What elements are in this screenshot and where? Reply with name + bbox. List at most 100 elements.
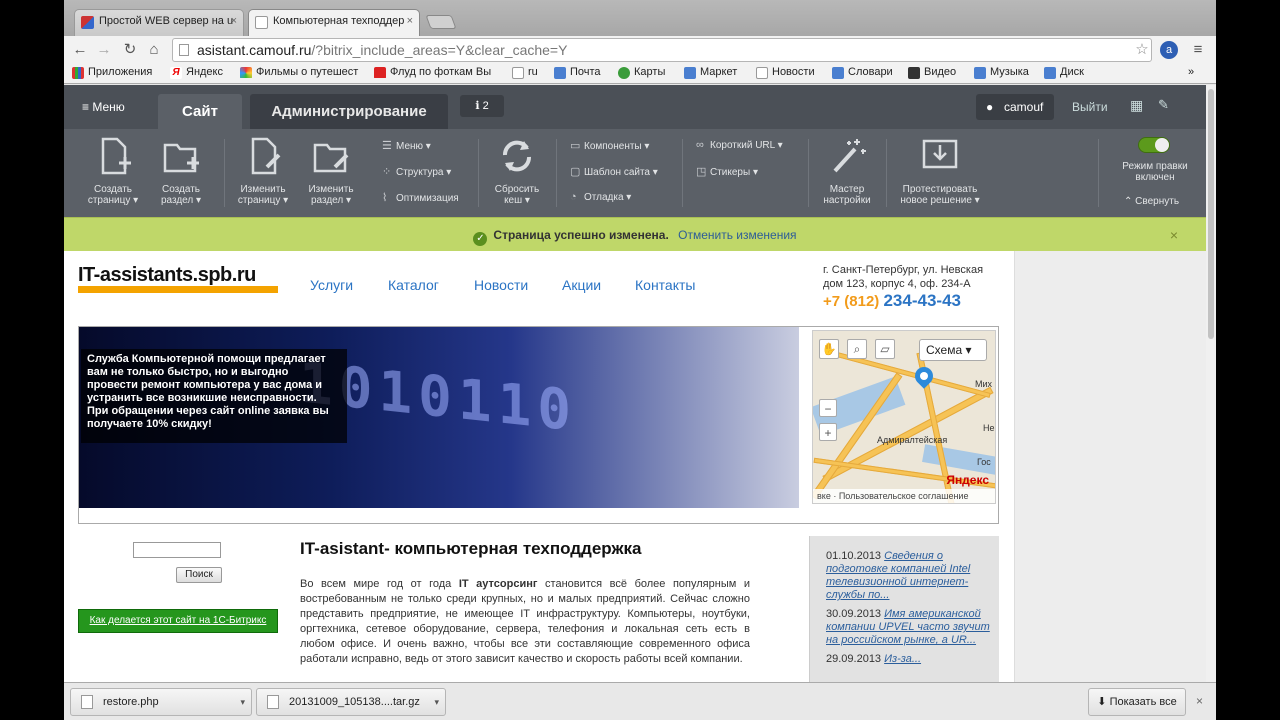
hamburger-icon: ≡ [82,100,93,114]
success-notice: ✓ Страница успешно изменена. Отменить изм… [64,217,1206,251]
edit-mode-toggle[interactable] [1138,137,1170,153]
ruler-icon[interactable]: ▱ [875,339,895,359]
close-downloads-icon[interactable]: × [1196,694,1203,708]
create-page-button[interactable]: Создать страницу ▾ [82,137,144,206]
bookmark-star-icon[interactable]: ☆ [1132,40,1152,60]
bitrix-top-bar: ≡ Меню Сайт Администрирование ℹ 2 ● camou… [64,85,1206,129]
site-template-dropdown[interactable]: ▢ Шаблон сайта ▾ [570,165,658,178]
video-icon [908,67,920,79]
download-item-archive[interactable]: 20131009_105138....tar.gz ▾ [256,688,446,716]
bookmark-films[interactable]: Фильмы о путешест [240,66,360,78]
tab-simple-web-server[interactable]: Простой WEB сервер на u × [74,9,244,36]
bookmark-dictionaries[interactable]: Словари [832,66,893,79]
hand-tool-icon[interactable]: ✋ [819,339,839,359]
close-tab-icon[interactable]: × [231,15,237,27]
bookmark-music[interactable]: Музыка [974,66,1029,79]
bookmark-label: Словари [848,66,893,78]
user-button[interactable]: ● camouf [976,94,1054,120]
menu-dropdown[interactable]: ☰ Меню ▾ [382,139,431,152]
settings-wizard-button[interactable]: Мастер настройки [816,137,878,206]
extension-icon[interactable]: a [1160,41,1178,59]
tab-it-support[interactable]: Компьютерная техподдер × [248,9,420,36]
banner-area: 1010110 Служба Компьютерной помощи предл… [78,326,999,524]
components-dropdown[interactable]: ▭ Компоненты ▾ [570,139,649,152]
nav-services[interactable]: Услуги [310,277,353,293]
website-content: IT-assistants.spb.ru Услуги Каталог Ново… [64,251,1014,682]
bookmarks-more-button[interactable]: » [1188,66,1194,78]
structure-dropdown[interactable]: ⁘ Структура ▾ [382,165,451,178]
divider [1098,139,1099,207]
magnifier-icon[interactable]: ⌕ [847,339,867,359]
page-icon [756,67,768,79]
bookmark-ru[interactable]: ru [512,66,538,79]
bookmark-flood[interactable]: Флуд по фоткам Вы [374,66,496,78]
components-icon: ▭ [570,140,581,152]
close-tab-icon[interactable]: × [407,15,413,27]
bookmark-label: Карты [634,66,666,78]
close-notice-icon[interactable]: × [1170,218,1178,252]
nav-catalog[interactable]: Каталог [388,277,439,293]
bookmark-market[interactable]: Маркет [684,66,737,79]
map-type-select[interactable]: Схема ▾ [919,339,987,361]
bookmark-video[interactable]: Видео [908,66,956,79]
chevron-down-icon[interactable]: ▾ [434,689,439,715]
collapse-button[interactable]: ⌃ Свернуть [1124,196,1179,207]
tab-administration[interactable]: Администрирование [250,94,448,129]
bookmark-mail[interactable]: Почта [554,66,601,79]
tab-site[interactable]: Сайт [158,94,242,129]
map-terms-link[interactable]: вке · Пользовательское соглашение [813,489,995,503]
download-item-restore[interactable]: restore.php ▾ [70,688,252,716]
new-tab-button[interactable] [425,15,457,29]
undo-changes-link[interactable]: Отменить изменения [678,228,796,242]
browser-toolbar: ← → ↻ ⌂ asistant.camouf.ru/?bitrix_inclu… [64,36,1216,64]
edit-page-button[interactable]: Изменить страницу ▾ [230,137,296,206]
scrollbar-thumb[interactable] [1208,89,1214,339]
bitrix-menu-button[interactable]: ≡ Меню [82,100,125,114]
debug-dropdown[interactable]: ◔ Отладка ▾ [570,191,631,203]
zoom-out-button[interactable]: − [819,399,837,417]
nav-news[interactable]: Новости [474,277,528,293]
address-bar[interactable]: asistant.camouf.ru/?bitrix_include_areas… [172,38,1152,62]
bookmark-yandex[interactable]: Я Яндекс [170,66,223,79]
notifications-badge[interactable]: ℹ 2 [460,95,504,117]
reload-icon[interactable]: ↻ [120,40,140,60]
settings-icon[interactable]: ▦ [1130,97,1143,114]
chevron-down-icon[interactable]: ▾ [240,689,245,715]
download-box-icon [922,139,958,169]
bitrix-howto-link[interactable]: Как делается этот сайт на 1С-Битрикс [78,609,278,633]
yandex-map[interactable]: ✋ ⌕ ▱ Схема ▾ − + Адмиралтейская Мих Не … [812,330,996,504]
create-section-button[interactable]: Создать раздел ▾ [150,137,212,206]
show-all-downloads-button[interactable]: ⬇ Показать все [1088,688,1186,716]
short-url-dropdown[interactable]: ∞ Короткий URL ▾ [696,139,783,151]
bookmark-maps[interactable]: Карты [618,66,666,79]
bookmark-apps[interactable]: Приложения [72,66,152,79]
search-input[interactable] [133,542,221,558]
bookmark-disk[interactable]: Диск [1044,66,1084,79]
button-label: Сбросить [494,184,540,195]
bookmark-news[interactable]: Новости [756,66,815,79]
news-link[interactable]: Из-за... [884,653,921,665]
logout-link[interactable]: Выйти [1072,100,1108,114]
file-icon [81,695,93,709]
pin-icon[interactable]: ✎ [1158,97,1169,113]
button-label: кеш ▾ [504,195,530,206]
news-item: 01.10.2013 Сведения о подготовке компани… [826,550,999,602]
user-icon: ● [986,100,994,114]
back-arrow-icon[interactable]: ← [70,40,90,60]
optimization-link[interactable]: ⌇ Оптимизация [382,191,459,204]
divider [682,139,683,207]
site-logo[interactable]: IT-assistants.spb.ru [78,264,256,286]
vertical-scrollbar[interactable] [1206,85,1216,682]
home-icon[interactable]: ⌂ [144,40,164,60]
clear-cache-button[interactable]: Сбросить кеш ▾ [486,137,548,206]
nav-promotions[interactable]: Акции [562,277,601,293]
edit-section-button[interactable]: Изменить раздел ▾ [300,137,362,206]
forward-arrow-icon[interactable]: → [94,40,114,60]
location-pin-icon[interactable] [911,363,937,389]
zoom-in-button[interactable]: + [819,423,837,441]
search-button[interactable]: Поиск [176,567,222,583]
stickers-dropdown[interactable]: ◳ Стикеры ▾ [696,165,758,178]
menu-icon[interactable]: ≡ [1188,40,1208,60]
test-new-solution-button[interactable]: Протестировать новое решение ▾ [896,137,984,206]
nav-contacts[interactable]: Контакты [635,277,695,293]
